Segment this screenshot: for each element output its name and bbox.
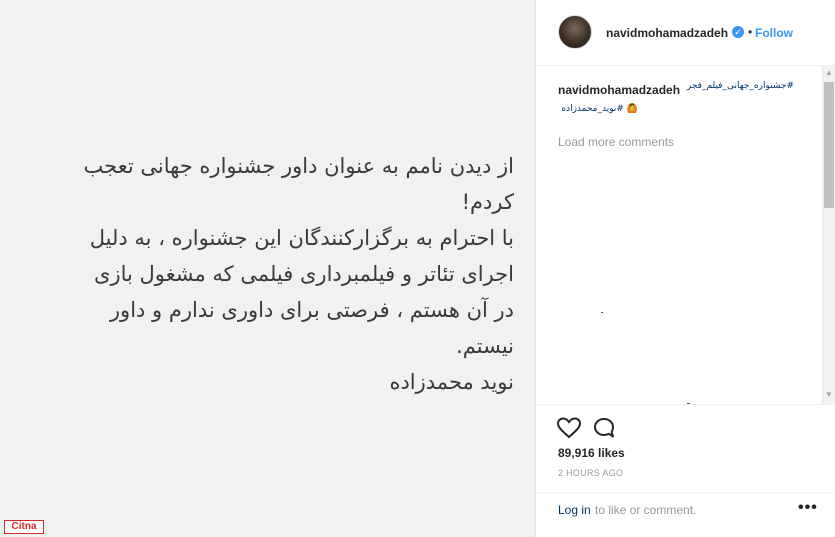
post-image-line: از دیدن نامم به عنوان داور جشنواره جهانی… bbox=[83, 154, 514, 178]
comments-scrollbar[interactable]: ▲ ▼ bbox=[822, 66, 835, 404]
post-image-line: با احترام به برگزارکنندگان این جشنواره ،… bbox=[89, 226, 514, 250]
follow-button[interactable]: Follow bbox=[755, 26, 793, 40]
login-prompt-text: to like or comment. bbox=[595, 503, 697, 517]
post-sidebar: navidmohamadzadeh ✓ • Follow navidmohama… bbox=[536, 0, 835, 537]
post-image: از دیدن نامم به عنوان داور جشنواره جهانی… bbox=[0, 0, 536, 537]
post-image-text: از دیدن نامم به عنوان داور جشنواره جهانی… bbox=[14, 148, 514, 400]
post-image-line: نوید محمدزاده bbox=[389, 370, 514, 394]
watermark-logo: Citna bbox=[4, 520, 44, 534]
comments-area: navidmohamadzadeh #جشنواره_جهانی_فیلم_فج… bbox=[536, 66, 823, 404]
post-actions: 89,916 likes 2 HOURS AGO bbox=[536, 404, 835, 494]
caption-hashtag[interactable]: #جشنواره_جهانی_فیلم_فجر bbox=[686, 81, 794, 91]
post-image-line: نیستم. bbox=[456, 334, 514, 358]
caption-hashtag[interactable]: #نوید_محمدزاده bbox=[561, 104, 624, 114]
post-timestamp[interactable]: 2 HOURS AGO bbox=[558, 468, 623, 478]
scrollbar-thumb[interactable] bbox=[824, 82, 834, 208]
login-prompt: Log in to like or comment. ••• bbox=[536, 492, 835, 537]
login-link[interactable]: Log in bbox=[558, 503, 591, 517]
instagram-post-view: از دیدن نامم به عنوان داور جشنواره جهانی… bbox=[0, 0, 835, 537]
header-username[interactable]: navidmohamadzadeh bbox=[606, 26, 728, 40]
caption-username[interactable]: navidmohamadzadeh bbox=[558, 83, 680, 97]
verified-badge-icon: ✓ bbox=[732, 26, 744, 38]
separator-dot: • bbox=[748, 25, 753, 39]
caption-emoji: 🙆 bbox=[626, 104, 638, 114]
likes-count[interactable]: 89,916 likes bbox=[558, 446, 625, 460]
post-image-line: کردم! bbox=[461, 190, 514, 214]
comment-icon[interactable] bbox=[592, 416, 616, 440]
scroll-up-arrow-icon[interactable]: ▲ bbox=[823, 66, 835, 80]
speck bbox=[601, 312, 603, 313]
caption-second-line: 🙆 #نوید_محمدزاده bbox=[558, 104, 638, 114]
post-image-line: اجرای تئاتر و فیلمبرداری فیلمی که مشغول … bbox=[94, 262, 514, 286]
avatar[interactable] bbox=[558, 15, 592, 49]
load-more-comments-link[interactable]: Load more comments bbox=[558, 135, 674, 149]
more-options-icon[interactable]: ••• bbox=[798, 499, 818, 517]
post-image-line: در آن هستم ، فرصتی برای داوری ندارم و دا… bbox=[109, 298, 514, 322]
post-header: navidmohamadzadeh ✓ • Follow bbox=[536, 0, 835, 66]
heart-icon[interactable] bbox=[556, 417, 582, 439]
scroll-down-arrow-icon[interactable]: ▼ bbox=[823, 388, 835, 402]
